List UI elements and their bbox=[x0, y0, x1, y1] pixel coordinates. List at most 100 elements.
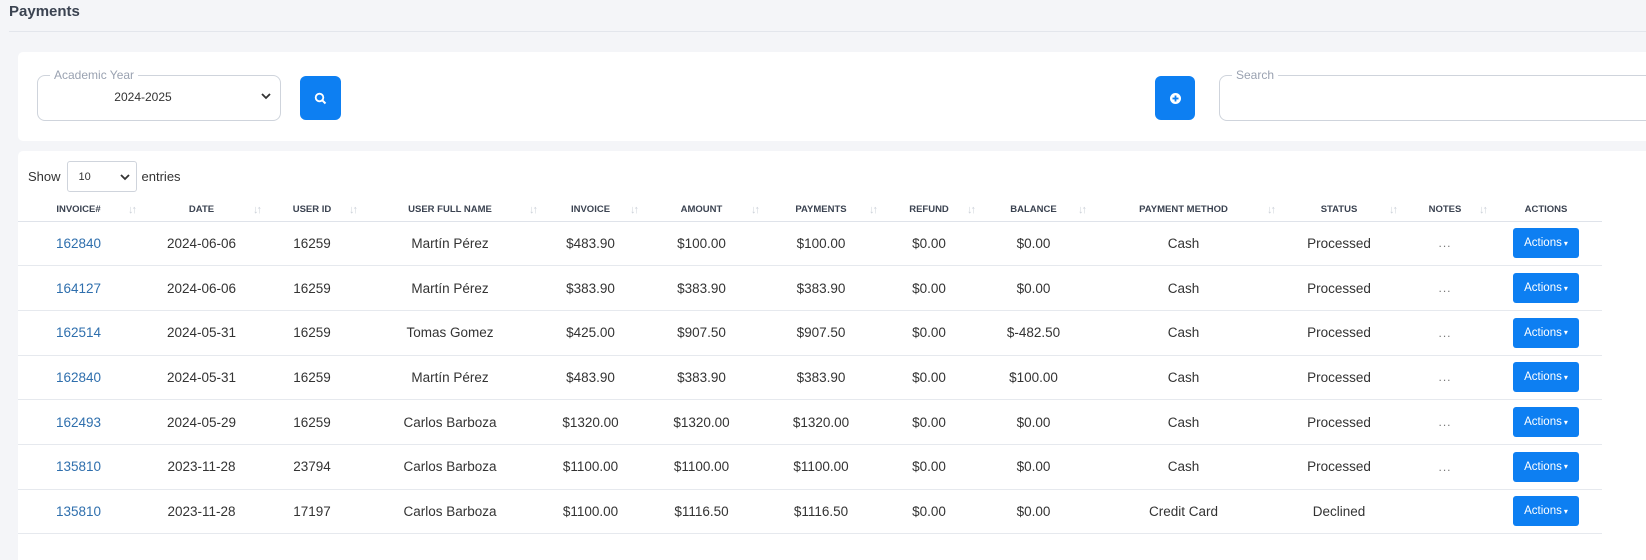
table-row[interactable]: 162840 2024-06-06 16259 Martín Pérez $483.90… bbox=[18, 221, 1602, 267]
actions-button[interactable]: Actions ▾ bbox=[1513, 317, 1579, 348]
academic-year-label: Academic Year bbox=[50, 68, 139, 82]
column-header-notes[interactable]: NOTES ↓↑ bbox=[1400, 199, 1490, 222]
actions-button[interactable]: Actions ▾ bbox=[1513, 362, 1579, 393]
notes-cell[interactable]: ... bbox=[1400, 355, 1490, 401]
refund-cell: $0.00 bbox=[880, 489, 978, 535]
sort-icon[interactable]: ↓↑ bbox=[1479, 204, 1488, 216]
amount-cell: $1320.00 bbox=[641, 399, 762, 445]
actions-button[interactable]: Actions ▾ bbox=[1513, 407, 1579, 438]
user-id-cell: 23794 bbox=[264, 444, 360, 490]
invoice-number-link[interactable]: 162493 bbox=[18, 399, 139, 445]
actions-button[interactable]: Actions ▾ bbox=[1513, 273, 1579, 304]
actions-cell: Actions ▾ bbox=[1490, 355, 1602, 401]
column-header-user-id[interactable]: USER ID ↓↑ bbox=[264, 199, 360, 222]
notes-cell[interactable]: ... bbox=[1400, 221, 1490, 267]
user-name-cell: Carlos Barboza bbox=[360, 444, 540, 490]
column-header-label: INVOICE bbox=[570, 204, 611, 216]
payments-cell: $1116.50 bbox=[762, 489, 880, 535]
actions-button-label: Actions bbox=[1524, 371, 1562, 384]
notes-cell[interactable]: ... bbox=[1400, 310, 1490, 356]
actions-button[interactable]: Actions ▾ bbox=[1513, 496, 1579, 527]
sort-icon[interactable]: ↓↑ bbox=[529, 204, 538, 216]
user-name-cell: Carlos Barboza bbox=[360, 399, 540, 445]
status-cell: Declined bbox=[1278, 489, 1400, 535]
table-row[interactable]: 135810 2023-11-28 17197 Carlos Barboza $1100… bbox=[18, 489, 1602, 535]
table-row[interactable]: 162493 2024-05-29 16259 Carlos Barboza $1320… bbox=[18, 399, 1602, 445]
payments-cell: $1320.00 bbox=[762, 399, 880, 445]
table-row[interactable]: 162840 2024-05-31 16259 Martín Pérez $483.90… bbox=[18, 355, 1602, 401]
refund-cell: $0.00 bbox=[880, 444, 978, 490]
refund-cell: $0.00 bbox=[880, 310, 978, 356]
sort-icon[interactable]: ↓↑ bbox=[630, 204, 639, 216]
column-header-invoice[interactable]: INVOICE# ↓↑ bbox=[18, 199, 139, 222]
actions-cell: Actions ▾ bbox=[1490, 310, 1602, 356]
sort-icon[interactable]: ↓↑ bbox=[253, 204, 262, 216]
invoice-number-link[interactable]: 135810 bbox=[18, 489, 139, 535]
page-length-control: Show 10 entries bbox=[28, 161, 181, 192]
column-header-payment-method[interactable]: PAYMENT METHOD ↓↑ bbox=[1089, 199, 1278, 222]
column-header-payments[interactable]: PAYMENTS ↓↑ bbox=[762, 199, 880, 222]
entries-select[interactable]: 10 bbox=[66, 161, 137, 192]
actions-button[interactable]: Actions ▾ bbox=[1513, 451, 1579, 482]
invoice-amount-cell: $483.90 bbox=[540, 221, 641, 267]
sort-icon[interactable]: ↓↑ bbox=[128, 204, 137, 216]
column-header-label: ACTIONS bbox=[1524, 204, 1568, 216]
payment-method-cell: Cash bbox=[1089, 221, 1278, 267]
column-header-label: NOTES bbox=[1428, 204, 1462, 216]
sort-icon[interactable]: ↓↑ bbox=[1267, 204, 1276, 216]
invoice-amount-cell: $1320.00 bbox=[540, 399, 641, 445]
column-header-label: USER ID bbox=[292, 204, 332, 216]
sort-icon[interactable]: ↓↑ bbox=[1078, 204, 1087, 216]
column-header-invoice[interactable]: INVOICE ↓↑ bbox=[540, 199, 641, 222]
column-header-date[interactable]: DATE ↓↑ bbox=[139, 199, 264, 222]
search-button[interactable] bbox=[300, 76, 341, 120]
payment-method-cell: Cash bbox=[1089, 310, 1278, 356]
column-header-balance[interactable]: BALANCE ↓↑ bbox=[978, 199, 1089, 222]
refund-cell: $0.00 bbox=[880, 265, 978, 311]
show-label: Show bbox=[28, 169, 61, 184]
amount-cell: $907.50 bbox=[641, 310, 762, 356]
table-row[interactable]: 162514 2024-05-31 16259 Tomas Gomez $425.00 $… bbox=[18, 310, 1602, 356]
column-header-label: USER FULL NAME bbox=[408, 204, 492, 216]
sort-icon[interactable]: ↓↑ bbox=[349, 204, 358, 216]
chevron-down-icon bbox=[261, 93, 271, 100]
payments-cell: $100.00 bbox=[762, 221, 880, 267]
payment-method-cell: Cash bbox=[1089, 399, 1278, 445]
sort-icon[interactable]: ↓↑ bbox=[869, 204, 878, 216]
invoice-number-link[interactable]: 162840 bbox=[18, 221, 139, 267]
sort-icon[interactable]: ↓↑ bbox=[1389, 204, 1398, 216]
column-header-user-full-name[interactable]: USER FULL NAME ↓↑ bbox=[360, 199, 540, 222]
actions-button[interactable]: Actions ▾ bbox=[1513, 228, 1579, 259]
payments-cell: $1100.00 bbox=[762, 444, 880, 490]
user-name-cell: Carlos Barboza bbox=[360, 489, 540, 535]
column-header-status[interactable]: STATUS ↓↑ bbox=[1278, 199, 1400, 222]
sort-icon[interactable]: ↓↑ bbox=[967, 204, 976, 216]
invoice-number-link[interactable]: 162840 bbox=[18, 355, 139, 401]
sort-icon[interactable]: ↓↑ bbox=[751, 204, 760, 216]
invoice-number-link[interactable]: 164127 bbox=[18, 265, 139, 311]
invoice-amount-cell: $425.00 bbox=[540, 310, 641, 356]
add-payment-button[interactable] bbox=[1155, 76, 1195, 120]
notes-cell[interactable]: ... bbox=[1400, 444, 1490, 490]
table-row[interactable]: 164127 2024-06-06 16259 Martín Pérez $383.90… bbox=[18, 265, 1602, 311]
chevron-down-icon: ▾ bbox=[1563, 283, 1568, 293]
notes-cell[interactable]: ... bbox=[1400, 265, 1490, 311]
column-header-actions[interactable]: ACTIONS bbox=[1490, 199, 1602, 222]
invoice-number-link[interactable]: 135810 bbox=[18, 444, 139, 490]
academic-year-select[interactable]: Academic Year 2024-2025 bbox=[37, 68, 281, 121]
actions-button-label: Actions bbox=[1524, 326, 1562, 339]
amount-cell: $1116.50 bbox=[641, 489, 762, 535]
payments-cell: $907.50 bbox=[762, 310, 880, 356]
column-header-refund[interactable]: REFUND ↓↑ bbox=[880, 199, 978, 222]
invoice-number-link[interactable]: 162514 bbox=[18, 310, 139, 356]
notes-cell[interactable]: ... bbox=[1400, 399, 1490, 445]
column-header-label: PAYMENT METHOD bbox=[1139, 204, 1228, 216]
column-header-amount[interactable]: AMOUNT ↓↑ bbox=[641, 199, 762, 222]
table-row[interactable]: 135810 2023-11-28 23794 Carlos Barboza $1100… bbox=[18, 444, 1602, 490]
amount-cell: $383.90 bbox=[641, 355, 762, 401]
date-cell: 2024-05-31 bbox=[139, 355, 264, 401]
actions-button-label: Actions bbox=[1524, 282, 1562, 295]
column-header-label: BALANCE bbox=[1010, 204, 1057, 216]
entries-select-value: 10 bbox=[78, 171, 91, 183]
search-input[interactable]: Search bbox=[1219, 68, 1646, 121]
